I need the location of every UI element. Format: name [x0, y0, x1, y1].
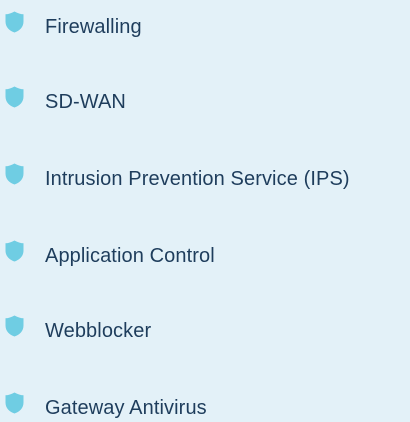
shield-icon — [5, 11, 24, 33]
feature-item-sd-wan: SD-WAN — [0, 86, 410, 116]
shield-icon — [5, 315, 24, 337]
feature-label: Webblocker — [45, 320, 152, 342]
feature-item-application-control: Application Control — [0, 240, 410, 270]
feature-label: Application Control — [45, 245, 215, 267]
feature-item-gateway-antivirus: Gateway Antivirus — [0, 392, 410, 422]
shield-icon — [5, 86, 24, 108]
shield-icon — [5, 392, 24, 414]
feature-item-firewalling: Firewalling — [0, 11, 410, 41]
feature-label: Intrusion Prevention Service (IPS) — [45, 168, 350, 190]
feature-label: Firewalling — [45, 16, 142, 38]
shield-icon — [5, 240, 24, 262]
feature-item-ips: Intrusion Prevention Service (IPS) — [0, 163, 410, 193]
shield-icon — [5, 163, 24, 185]
feature-item-webblocker: Webblocker — [0, 315, 410, 345]
feature-list: Firewalling SD-WAN Intrusion Prevention … — [0, 0, 410, 419]
feature-label: SD-WAN — [45, 91, 126, 113]
feature-label: Gateway Antivirus — [45, 397, 207, 419]
